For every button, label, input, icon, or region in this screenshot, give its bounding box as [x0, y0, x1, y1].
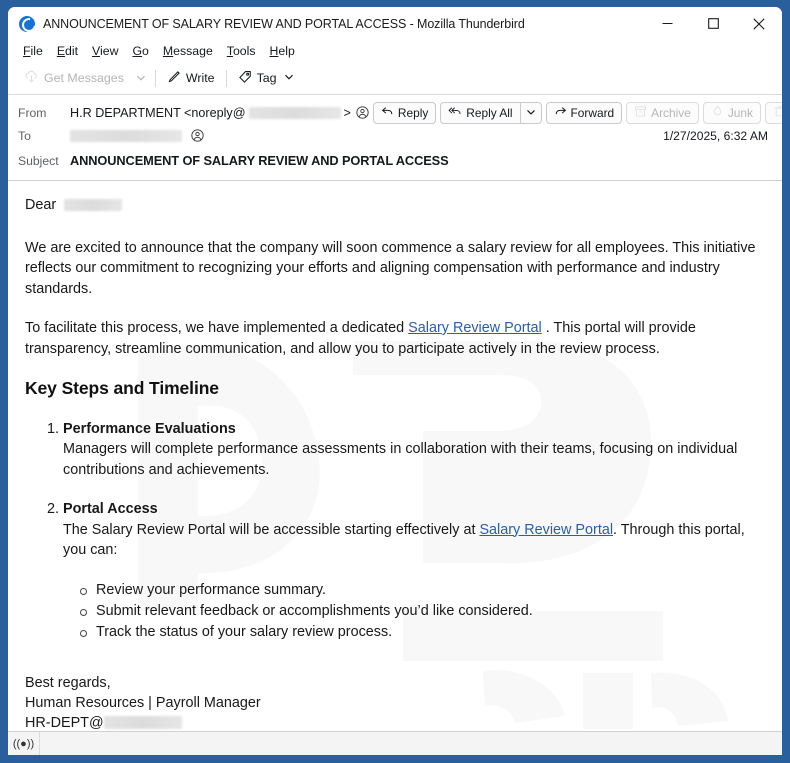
write-label: Write: [185, 71, 215, 85]
menu-item-help[interactable]: Help: [263, 42, 302, 60]
reply-all-label: Reply All: [466, 105, 513, 120]
status-bar: ((●)): [8, 731, 782, 755]
paragraph-portal-prefix: To facilitate this process, we have impl…: [25, 320, 409, 336]
signature-email-prefix: HR-DEPT@: [25, 714, 104, 731]
reply-all-group: Reply All: [440, 101, 542, 124]
tag-button[interactable]: Tag: [231, 67, 301, 90]
section-title-key-steps: Key Steps and Timeline: [25, 378, 219, 398]
contact-avatar-icon[interactable]: [191, 129, 204, 142]
minimize-icon[interactable]: [644, 7, 690, 40]
greeting-text: Dear: [25, 197, 57, 213]
signature-block: Best regards, Human Resources | Payroll …: [25, 673, 765, 732]
from-value[interactable]: H.R DEPARTMENT <noreply@ >: [70, 106, 369, 120]
main-toolbar: Get Messages Write Tag: [8, 62, 782, 95]
menu-item-view[interactable]: View: [85, 42, 125, 60]
reply-all-button[interactable]: Reply All: [440, 101, 520, 124]
to-label: To: [18, 128, 31, 143]
get-messages-dropdown-icon[interactable]: [131, 70, 151, 86]
toolbar-divider: [154, 69, 156, 87]
get-messages-label: Get Messages: [44, 71, 124, 85]
greeting-name-redaction: [64, 199, 123, 212]
step-item-1: Performance Evaluations Managers will co…: [63, 419, 765, 481]
paragraph-portal: To facilitate this process, we have impl…: [25, 318, 765, 359]
archive-icon: [634, 105, 647, 121]
reply-button[interactable]: Reply: [372, 101, 437, 124]
salary-review-portal-link-2[interactable]: Salary Review Portal: [479, 522, 613, 538]
thunderbird-logo-icon: [19, 15, 35, 32]
close-icon[interactable]: [736, 7, 782, 40]
header-row-to: To 1/27/2025, 6:32 AM: [18, 124, 772, 147]
reply-label: Reply: [397, 105, 429, 120]
signature-line-2: Human Resources | Payroll Manager: [25, 694, 261, 711]
online-indicator-icon[interactable]: ((●)): [8, 732, 40, 755]
trash-icon: [773, 105, 782, 121]
contact-avatar-icon[interactable]: [356, 106, 369, 119]
message-header: From H.R DEPARTMENT <noreply@ > Reply Re…: [8, 95, 782, 181]
signature-line-3: HR-DEPT@: [25, 713, 765, 732]
junk-label: Junk: [727, 105, 753, 120]
signature-line-1: Best regards,: [25, 674, 111, 691]
menu-item-file[interactable]: File: [16, 42, 50, 60]
window-frame: ANNOUNCEMENT OF SALARY REVIEW AND PORTAL…: [0, 0, 790, 763]
step-2-title: Portal Access: [63, 501, 158, 517]
pencil-icon: [167, 70, 181, 87]
header-row-subject: Subject ANNOUNCEMENT OF SALARY REVIEW AN…: [18, 149, 772, 172]
menu-bar: File Edit View Go Message Tools Help: [8, 40, 782, 62]
list-item: Track the status of your salary review p…: [80, 622, 765, 643]
junk-icon: [711, 105, 724, 121]
window-controls: [644, 7, 782, 40]
from-label: From: [18, 105, 47, 120]
write-button[interactable]: Write: [160, 67, 222, 90]
step-2-text-before: The Salary Review Portal will be accessi…: [63, 521, 480, 538]
title-bar: ANNOUNCEMENT OF SALARY REVIEW AND PORTAL…: [8, 7, 782, 40]
list-item: Review your performance summary.: [80, 580, 765, 601]
to-address-redaction: [70, 129, 182, 142]
subject-label: Subject: [18, 153, 59, 168]
to-value[interactable]: [70, 129, 204, 142]
reply-all-dropdown[interactable]: [519, 101, 542, 124]
from-address-text: H.R DEPARTMENT <noreply@: [70, 105, 246, 120]
from-domain-redaction: [248, 106, 341, 119]
header-row-from: From H.R DEPARTMENT <noreply@ > Reply Re…: [18, 101, 782, 124]
greeting-line: Dear: [25, 195, 765, 216]
thunderbird-window: ANNOUNCEMENT OF SALARY REVIEW AND PORTAL…: [8, 7, 782, 755]
download-cloud-icon: [24, 69, 39, 87]
step-1-title: Performance Evaluations: [63, 420, 236, 437]
maximize-icon[interactable]: [690, 7, 736, 40]
subject-value: ANNOUNCEMENT OF SALARY REVIEW AND PORTAL…: [70, 153, 449, 168]
archive-button[interactable]: Archive: [626, 101, 699, 124]
forward-icon: [554, 105, 567, 121]
signature-domain-redaction: [103, 716, 182, 730]
paragraph-intro: We are excited to announce that the comp…: [25, 239, 756, 297]
reply-icon: [381, 105, 394, 121]
toolbar-divider-2: [225, 69, 227, 87]
message-action-buttons: Reply Reply All Forward Archive Junk: [369, 101, 782, 124]
menu-item-tools[interactable]: Tools: [220, 42, 263, 60]
reply-all-icon: [448, 105, 462, 121]
step-item-2: Portal Access The Salary Review Portal w…: [63, 499, 765, 643]
junk-button[interactable]: Junk: [702, 101, 761, 124]
delete-button[interactable]: Delete: [764, 101, 782, 124]
menu-item-message[interactable]: Message: [156, 42, 220, 60]
from-address-suffix: >: [343, 105, 351, 120]
archive-label: Archive: [651, 105, 691, 120]
message-date: 1/27/2025, 6:32 AM: [663, 128, 768, 143]
list-item: Submit relevant feedback or accomplishme…: [80, 601, 765, 622]
forward-label: Forward: [570, 105, 615, 120]
salary-review-portal-link-1[interactable]: Salary Review Portal: [408, 320, 542, 336]
menu-item-go[interactable]: Go: [125, 42, 155, 60]
tag-label: Tag: [256, 71, 277, 85]
tag-dropdown-icon[interactable]: [284, 71, 294, 85]
menu-item-edit[interactable]: Edit: [50, 42, 85, 60]
tag-icon: [238, 70, 252, 87]
get-messages-button[interactable]: Get Messages: [17, 66, 131, 90]
step-1-text: Managers will complete performance asses…: [63, 441, 738, 478]
forward-button[interactable]: Forward: [545, 101, 623, 124]
chevron-down-icon: [526, 106, 536, 120]
message-body: Dear We are excited to announce that the…: [8, 181, 782, 731]
steps-list: Performance Evaluations Managers will co…: [25, 419, 765, 643]
portal-capabilities-list: Review your performance summary. Submit …: [63, 580, 765, 643]
window-title: ANNOUNCEMENT OF SALARY REVIEW AND PORTAL…: [43, 16, 525, 31]
